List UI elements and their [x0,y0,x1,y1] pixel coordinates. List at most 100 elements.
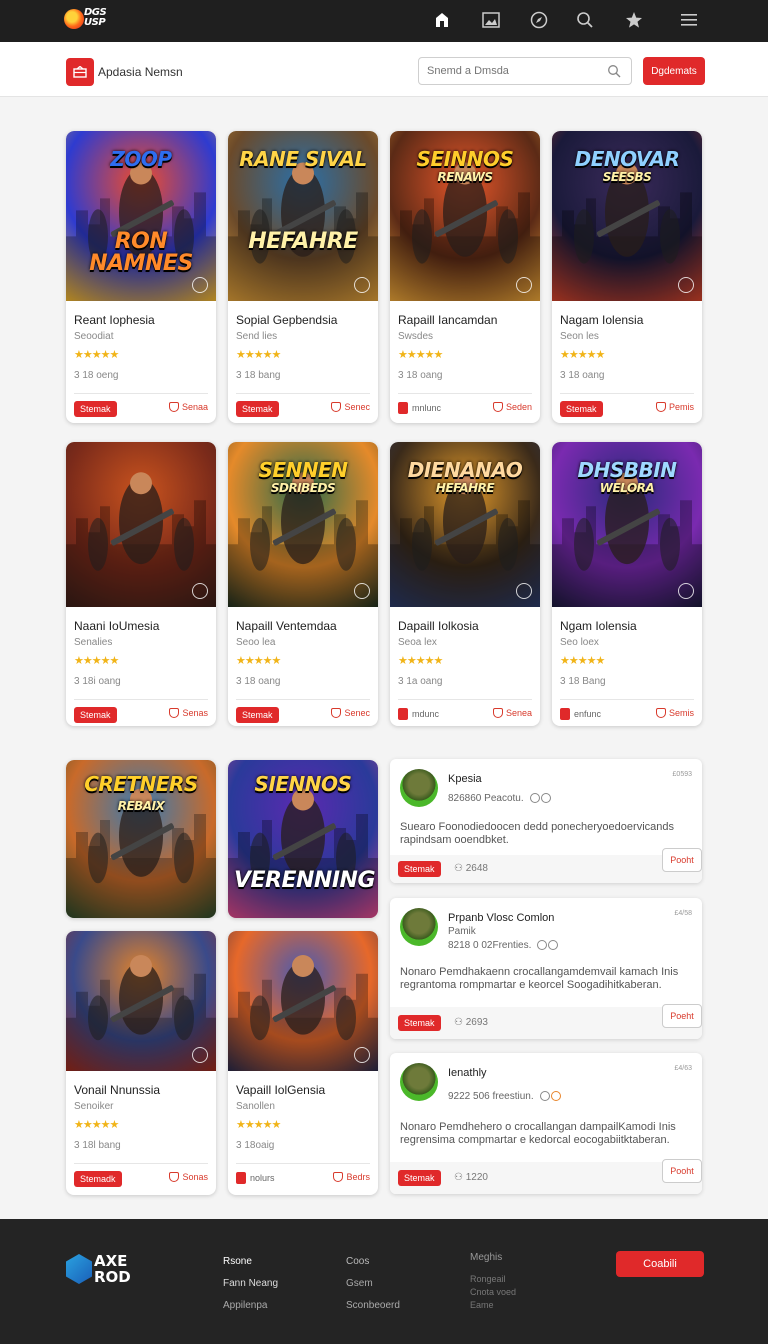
review-action-button[interactable]: Stemak [398,1170,441,1186]
game-title[interactable]: Vapaill IolGensia [236,1083,325,1097]
game-card[interactable]: RANE SIVAL HEFAHRE Sopial Gepbendsia Send l… [228,131,378,423]
favorite-button[interactable]: Bedrs [333,1172,370,1182]
link-icons[interactable] [529,793,551,804]
footer-link[interactable]: Rongeail [470,1273,516,1286]
game-thumbnail[interactable]: ZOOP RON NAMNES [66,131,216,301]
search-icon[interactable] [573,8,597,32]
game-card[interactable]: SIENNOS VERENNING [228,760,378,918]
game-title[interactable]: Ngam Iolensia [560,619,637,633]
home-icon[interactable] [430,8,454,32]
launch-button[interactable]: mnlunc [398,402,441,414]
game-card[interactable]: DIENANAO HEFAHRE Dapaill Iolkosia Seoa lex ★… [390,442,540,726]
game-thumbnail[interactable] [228,931,378,1071]
game-title[interactable]: Naani IoUmesia [74,619,159,633]
reply-button[interactable]: Pooht [662,1159,702,1183]
link-icons[interactable] [537,940,559,951]
game-title[interactable]: Nagam Iolensia [560,313,643,327]
play-button[interactable]: Stemadk [74,1171,122,1187]
search-input[interactable] [419,58,599,84]
play-button[interactable]: Stemak [560,401,603,417]
header-cta-button[interactable]: Dgdemats [643,57,705,85]
review-action-button[interactable]: Stemak [398,861,441,877]
star-icon[interactable] [622,8,646,32]
launch-button[interactable]: mdunc [398,708,439,720]
game-card[interactable]: DHSBBIN WELORA Ngam Iolensia Seo loex ★★★★★ 3… [552,442,702,726]
game-card[interactable]: SEINNOS RENAWS Rapaill Iancamdan Swsdes ★★★★… [390,131,540,423]
game-card[interactable]: CRETNERS REBAIX [66,760,216,918]
favorite-button[interactable]: Senaa [168,402,208,412]
play-button[interactable]: Stemak [236,707,279,723]
game-thumbnail[interactable]: DIENANAO HEFAHRE [390,442,540,607]
expand-icon[interactable] [516,277,532,293]
expand-icon[interactable] [354,583,370,599]
footer-link[interactable]: Gsem [346,1273,400,1295]
compass-icon[interactable] [527,8,551,32]
footer-cta-button[interactable]: Coabili [616,1251,704,1277]
footer-link[interactable]: Eame [470,1299,516,1312]
search-magnifier-icon[interactable] [607,64,621,78]
reviewer-avatar[interactable] [400,908,438,946]
game-thumbnail[interactable]: DENOVAR SEESBS [552,131,702,301]
site-logo[interactable]: DGS USP [62,6,112,34]
brand-name[interactable]: Apdasia Nemsn [98,65,183,79]
game-card[interactable]: Vonail Nnunssia Senoiker ★★★★★ 3 18l bang St… [66,931,216,1195]
game-card[interactable]: Naani IoUmesia Senalies ★★★★★ 3 18i oang Ste… [66,442,216,726]
footer-link[interactable]: Fann Neang [223,1273,278,1295]
game-card[interactable]: DENOVAR SEESBS Nagam Iolensia Seon les ★★★★★… [552,131,702,423]
footer-link[interactable]: Sconbeoerd [346,1295,400,1317]
game-title[interactable]: Dapaill Iolkosia [398,619,479,633]
game-thumbnail[interactable]: SENNEN SDRIBEDS [228,442,378,607]
brand-badge-icon[interactable] [66,58,94,86]
footer-logo[interactable]: AXE ROD [64,1251,144,1291]
review-action-button[interactable]: Stemak [398,1015,441,1031]
expand-icon[interactable] [192,583,208,599]
game-thumbnail[interactable]: RANE SIVAL HEFAHRE [228,131,378,301]
link-icons[interactable] [539,1091,561,1102]
favorite-button[interactable]: Seden [492,402,532,412]
game-title[interactable]: Vonail Nnunssia [74,1083,160,1097]
launch-button[interactable]: nolurs [236,1172,275,1184]
game-thumbnail[interactable]: SEINNOS RENAWS [390,131,540,301]
reviewer-name[interactable]: Ienathly [448,1067,487,1079]
reply-button[interactable]: Pooht [662,848,702,872]
game-title[interactable]: Napaill Ventemdaa [236,619,337,633]
favorite-button[interactable]: Senea [492,708,532,718]
footer-link[interactable]: Appilenpa [223,1295,278,1317]
game-card[interactable]: Vapaill IolGensia Sanollen ★★★★★ 3 18oaig no… [228,931,378,1195]
expand-icon[interactable] [678,583,694,599]
menu-icon[interactable] [677,8,701,32]
expand-icon[interactable] [354,277,370,293]
expand-icon[interactable] [354,1047,370,1063]
reviewer-avatar[interactable] [400,769,438,807]
launch-button[interactable]: enfunc [560,708,601,720]
image-icon[interactable] [479,8,503,32]
game-title[interactable]: Reant Iophesia [74,313,155,327]
play-button[interactable]: Stemak [236,401,279,417]
play-button[interactable]: Stemak [74,707,117,723]
reviewer-avatar[interactable] [400,1063,438,1101]
favorite-button[interactable]: Senec [331,402,370,412]
favorite-button[interactable]: Senec [331,708,370,718]
search-box[interactable] [418,57,632,85]
favorite-button[interactable]: Senas [169,708,208,718]
play-button[interactable]: Stemak [74,401,117,417]
reviewer-name[interactable]: Prpanb Vlosc Comlon [448,912,554,924]
game-thumbnail[interactable] [66,442,216,607]
favorite-button[interactable]: Semis [655,708,694,718]
footer-link[interactable]: Coos [346,1251,400,1273]
game-thumbnail[interactable]: DHSBBIN WELORA [552,442,702,607]
game-title[interactable]: Sopial Gepbendsia [236,313,337,327]
game-title[interactable]: Rapaill Iancamdan [398,313,497,327]
expand-icon[interactable] [192,277,208,293]
footer-link[interactable]: Rsone [223,1251,278,1273]
favorite-button[interactable]: Pemis [655,402,694,412]
game-thumbnail[interactable]: CRETNERS REBAIX [66,760,216,918]
expand-icon[interactable] [678,277,694,293]
footer-link[interactable]: Cnota voed [470,1286,516,1299]
favorite-button[interactable]: Sonas [169,1172,208,1182]
game-thumbnail[interactable] [66,931,216,1071]
reviewer-name[interactable]: Kpesia [448,773,482,785]
expand-icon[interactable] [192,1047,208,1063]
game-card[interactable]: SENNEN SDRIBEDS Napaill Ventemdaa Seoo lea ★… [228,442,378,726]
expand-icon[interactable] [516,583,532,599]
